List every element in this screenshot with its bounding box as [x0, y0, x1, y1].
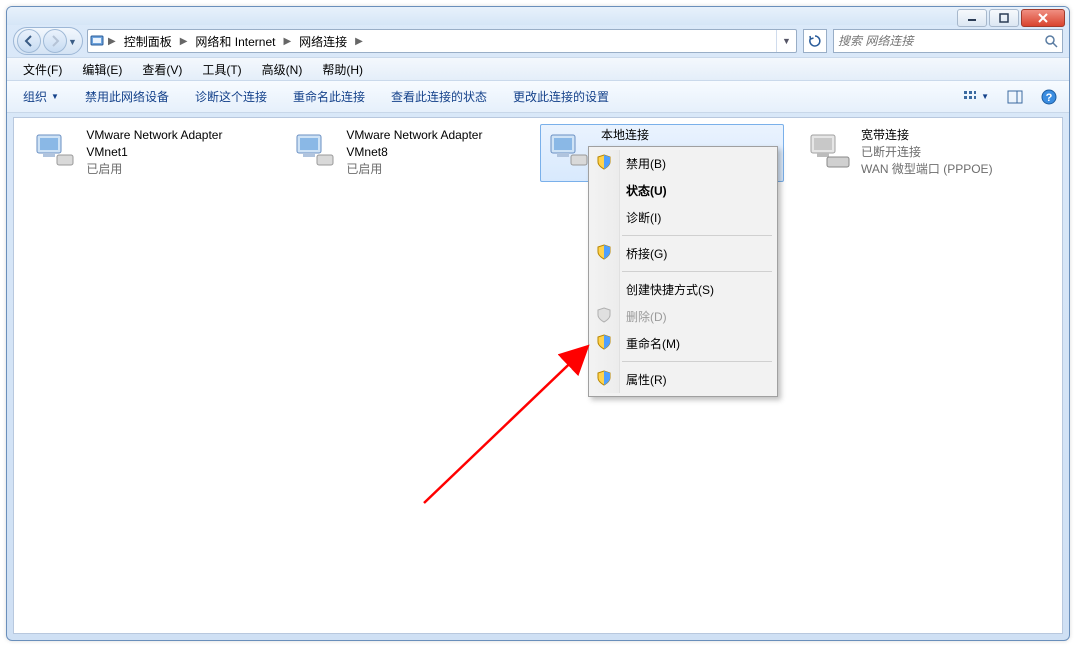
menu-view[interactable]: 查看(V): [132, 58, 192, 81]
shield-icon: [596, 154, 612, 170]
maximize-button[interactable]: [989, 9, 1019, 27]
cmd-organize[interactable]: 组织 ▼: [13, 84, 69, 109]
menu-bar: 文件(F) 编辑(E) 查看(V) 工具(T) 高级(N) 帮助(H): [7, 57, 1069, 81]
connection-title: 宽带连接: [861, 127, 993, 144]
back-button[interactable]: [17, 29, 41, 53]
shield-icon: [596, 370, 612, 386]
ctx-status[interactable]: 状态(U): [620, 177, 774, 204]
menu-edit[interactable]: 编辑(E): [72, 58, 132, 81]
connection-status: 已启用: [346, 161, 525, 178]
cmd-change-settings[interactable]: 更改此连接的设置: [503, 84, 619, 109]
ctx-delete: 删除(D): [620, 303, 774, 330]
network-adapter-icon: [545, 127, 593, 175]
connection-broadband[interactable]: 宽带连接 已断开连接 WAN 微型端口 (PPPOE): [800, 124, 1044, 174]
ctx-diagnose[interactable]: 诊断(I): [620, 204, 774, 231]
annotation-arrow: [14, 118, 1063, 634]
connection-status: 已断开连接: [861, 144, 993, 161]
chevron-down-icon: ▼: [51, 92, 59, 101]
minimize-button[interactable]: [957, 9, 987, 27]
connection-title: VMware Network Adapter VMnet8: [346, 127, 525, 161]
menu-help[interactable]: 帮助(H): [312, 58, 373, 81]
command-bar: 组织 ▼ 禁用此网络设备 诊断这个连接 重命名此连接 查看此连接的状态 更改此连…: [7, 81, 1069, 113]
shield-icon: [596, 244, 612, 260]
menu-separator: [622, 235, 772, 236]
context-menu: 禁用(B) 状态(U) 诊断(I) 桥接(G): [588, 146, 778, 397]
network-adapter-icon: [291, 127, 338, 175]
shield-icon: [596, 334, 612, 350]
shield-icon: [596, 307, 612, 323]
explorer-window: ▼ ▶ 控制面板 ▶ 网络和 Internet ▶ 网络连接 ▶ ▼: [6, 6, 1070, 641]
ctx-label: 禁用(B): [626, 157, 666, 171]
svg-text:?: ?: [1046, 92, 1053, 104]
breadcrumb-network-connections[interactable]: 网络连接: [293, 30, 353, 52]
menu-separator: [622, 361, 772, 362]
item-view[interactable]: VMware Network Adapter VMnet1 已启用 VMware…: [14, 118, 1062, 633]
cmd-organize-label: 组织: [23, 88, 47, 105]
menu-tools[interactable]: 工具(T): [192, 58, 251, 81]
cmd-diagnose[interactable]: 诊断这个连接: [185, 84, 277, 109]
connection-vmnet8[interactable]: VMware Network Adapter VMnet8 已启用: [286, 124, 530, 174]
ctx-disable[interactable]: 禁用(B): [620, 150, 774, 177]
ctx-properties[interactable]: 属性(R): [620, 366, 774, 393]
cmd-rename[interactable]: 重命名此连接: [283, 84, 375, 109]
search-input[interactable]: [838, 34, 1040, 48]
cmd-disable-device[interactable]: 禁用此网络设备: [75, 84, 179, 109]
ctx-label: 属性(R): [626, 373, 667, 387]
forward-button[interactable]: [43, 29, 67, 53]
address-dropdown[interactable]: ▼: [776, 30, 796, 52]
ctx-label: 删除(D): [626, 310, 667, 324]
location-icon: [88, 30, 106, 52]
broadband-icon: [805, 127, 853, 175]
breadcrumb-control-panel[interactable]: 控制面板: [118, 30, 178, 52]
preview-pane-button[interactable]: [1001, 85, 1029, 109]
content-area: VMware Network Adapter VMnet1 已启用 VMware…: [13, 117, 1063, 634]
connection-title: VMware Network Adapter VMnet1: [86, 127, 265, 161]
chevron-down-icon: ▼: [981, 92, 989, 101]
address-tail[interactable]: [365, 30, 776, 52]
menu-file[interactable]: 文件(F): [13, 58, 72, 81]
refresh-button[interactable]: [803, 29, 827, 53]
ctx-label: 状态(U): [626, 184, 667, 198]
nav-buttons: ▼: [13, 27, 83, 55]
connection-status: 已启用: [86, 161, 265, 178]
ctx-shortcut[interactable]: 创建快捷方式(S): [620, 276, 774, 303]
ctx-label: 桥接(G): [626, 247, 667, 261]
ctx-rename[interactable]: 重命名(M): [620, 330, 774, 357]
network-adapter-icon: [31, 127, 78, 175]
menu-advanced[interactable]: 高级(N): [252, 58, 313, 81]
breadcrumb-network-internet[interactable]: 网络和 Internet: [189, 30, 281, 52]
ctx-label: 创建快捷方式(S): [626, 283, 714, 297]
cmd-view-status[interactable]: 查看此连接的状态: [381, 84, 497, 109]
nav-row: ▼ ▶ 控制面板 ▶ 网络和 Internet ▶ 网络连接 ▶ ▼: [7, 25, 1069, 57]
search-icon: [1040, 34, 1058, 48]
view-options-button[interactable]: ▼: [956, 85, 995, 109]
search-box[interactable]: [833, 29, 1063, 53]
connection-title: 本地连接: [601, 127, 649, 144]
recent-dropdown[interactable]: ▼: [68, 36, 80, 47]
connection-vmnet1[interactable]: VMware Network Adapter VMnet1 已启用: [26, 124, 270, 174]
ctx-label: 诊断(I): [626, 211, 661, 225]
ctx-label: 重命名(M): [626, 337, 680, 351]
ctx-bridge[interactable]: 桥接(G): [620, 240, 774, 267]
help-button[interactable]: ?: [1035, 85, 1063, 109]
title-bar: [7, 7, 1069, 25]
connection-detail: WAN 微型端口 (PPPOE): [861, 161, 993, 178]
breadcrumb-sep: ▶: [106, 30, 118, 52]
menu-separator: [622, 271, 772, 272]
address-bar[interactable]: ▶ 控制面板 ▶ 网络和 Internet ▶ 网络连接 ▶ ▼: [87, 29, 797, 53]
close-button[interactable]: [1021, 9, 1065, 27]
